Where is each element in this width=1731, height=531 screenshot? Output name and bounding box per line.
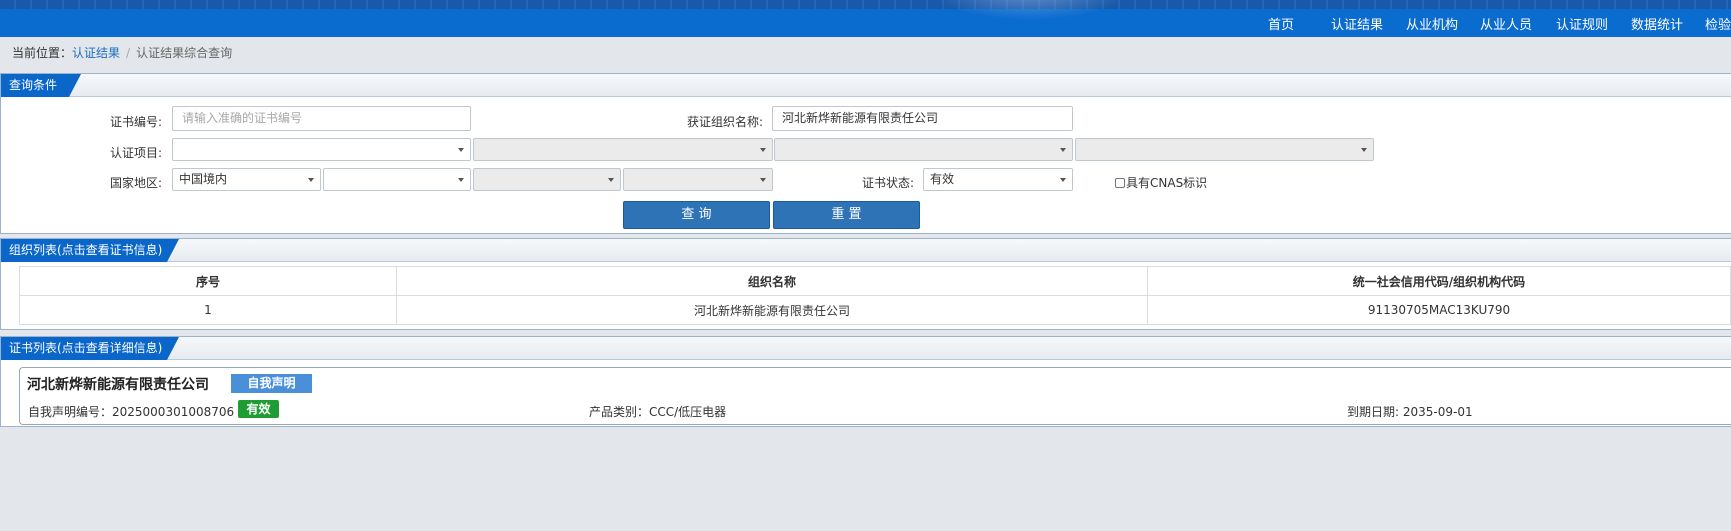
project-select-4[interactable] xyxy=(1075,138,1374,161)
cert-status-badge: 有效 xyxy=(238,400,279,418)
chevron-down-icon xyxy=(608,178,614,182)
top-header: 首页 认证结果 从业机构 从业人员 认证规则 数据统计 检验 xyxy=(0,0,1731,37)
region-select-country[interactable]: 中国境内 xyxy=(172,168,321,191)
cert-card[interactable]: 河北新烨新能源有限责任公司 自我声明 自我声明编号：20250003010087… xyxy=(19,367,1731,425)
nav-cert-rules[interactable]: 认证规则 xyxy=(1556,14,1608,33)
column-header-index: 序号 xyxy=(19,266,397,296)
breadcrumb-current: 认证结果综合查询 xyxy=(136,46,233,60)
header-banner-pattern xyxy=(0,0,1731,9)
org-name-input[interactable]: 河北新烨新能源有限责任公司 xyxy=(772,106,1073,131)
region-select-district[interactable] xyxy=(623,168,773,191)
cell-index: 1 xyxy=(19,295,397,325)
chevron-down-icon xyxy=(308,178,314,182)
status-select-value: 有效 xyxy=(930,172,955,186)
cert-type-badge: 自我声明 xyxy=(231,374,312,393)
search-button[interactable]: 查 询 xyxy=(623,201,770,229)
cnas-checkbox[interactable]: 具有CNAS标识 xyxy=(1115,174,1207,191)
query-panel: 查询条件 证书编号: 请输入准确的证书编号 获证组织名称: 河北新烨新能源有限责… xyxy=(0,73,1731,234)
cert-decl-no: 自我声明编号：2025000301008706 xyxy=(28,405,235,419)
nav-cert-results[interactable]: 认证结果 xyxy=(1331,14,1383,33)
column-header-credit-code: 统一社会信用代码/组织机构代码 xyxy=(1147,266,1731,296)
checkbox-icon[interactable] xyxy=(1115,178,1125,188)
query-panel-title: 查询条件 xyxy=(1,74,81,97)
reset-button[interactable]: 重 置 xyxy=(773,201,920,229)
org-name-label: 获证组织名称: xyxy=(686,115,763,129)
cell-org-name[interactable]: 河北新烨新能源有限责任公司 xyxy=(396,295,1148,325)
region-select-value: 中国境内 xyxy=(179,172,228,186)
project-select-3[interactable] xyxy=(774,138,1073,161)
org-list-panel-header: 组织列表(点击查看证书信息) xyxy=(1,239,1731,262)
region-select-province[interactable] xyxy=(323,168,471,191)
status-select[interactable]: 有效 xyxy=(923,168,1073,191)
org-list-panel-title: 组织列表(点击查看证书信息) xyxy=(1,239,179,262)
chevron-down-icon xyxy=(1060,178,1066,182)
cell-credit-code: 91130705MAC13KU790 xyxy=(1147,295,1731,325)
project-label: 认证项目: xyxy=(109,146,162,160)
chevron-down-icon xyxy=(458,178,464,182)
cert-no-label: 证书编号: xyxy=(109,115,162,129)
breadcrumb-link-cert-results[interactable]: 认证结果 xyxy=(72,46,120,60)
cert-no-input[interactable]: 请输入准确的证书编号 xyxy=(172,106,471,131)
cert-list-panel-title: 证书列表(点击查看详细信息) xyxy=(1,337,179,360)
org-table: 序号 组织名称 统一社会信用代码/组织机构代码 1 河北新烨新能源有限责任公司 … xyxy=(19,266,1731,325)
chevron-down-icon xyxy=(760,178,766,182)
query-panel-header: 查询条件 xyxy=(1,74,1731,97)
column-header-org-name: 组织名称 xyxy=(396,266,1148,296)
table-header-row: 序号 组织名称 统一社会信用代码/组织机构代码 xyxy=(19,266,1731,296)
cert-list-panel-header: 证书列表(点击查看详细信息) xyxy=(1,337,1731,360)
breadcrumb: 当前位置：认证结果 / 认证结果综合查询 xyxy=(12,44,232,61)
cnas-checkbox-label: 具有CNAS标识 xyxy=(1126,176,1208,190)
cert-org-name[interactable]: 河北新烨新能源有限责任公司 xyxy=(27,374,209,394)
nav-practitioners[interactable]: 从业人员 xyxy=(1480,14,1532,33)
cert-expiry-date: 到期日期: 2035-09-01 xyxy=(1347,405,1473,419)
nav-statistics[interactable]: 数据统计 xyxy=(1631,14,1683,33)
breadcrumb-prefix: 当前位置： xyxy=(12,46,73,60)
chevron-down-icon xyxy=(1361,148,1367,152)
chevron-down-icon xyxy=(1060,148,1066,152)
project-select-1[interactable] xyxy=(172,138,471,161)
region-label: 国家地区: xyxy=(109,176,162,190)
breadcrumb-separator: / xyxy=(126,46,131,60)
header-banner-glow xyxy=(930,0,1130,20)
region-select-city[interactable] xyxy=(473,168,621,191)
chevron-down-icon xyxy=(760,148,766,152)
nav-institutions[interactable]: 从业机构 xyxy=(1406,14,1458,33)
nav-home[interactable]: 首页 xyxy=(1268,14,1294,33)
chevron-down-icon xyxy=(458,148,464,152)
status-label: 证书状态: xyxy=(861,176,914,190)
project-select-2[interactable] xyxy=(473,138,773,161)
table-row[interactable]: 1 河北新烨新能源有限责任公司 91130705MAC13KU790 xyxy=(19,295,1731,325)
nav-inspection[interactable]: 检验 xyxy=(1705,14,1731,33)
cert-product-category: 产品类别：CCC/低压电器 xyxy=(589,405,727,419)
